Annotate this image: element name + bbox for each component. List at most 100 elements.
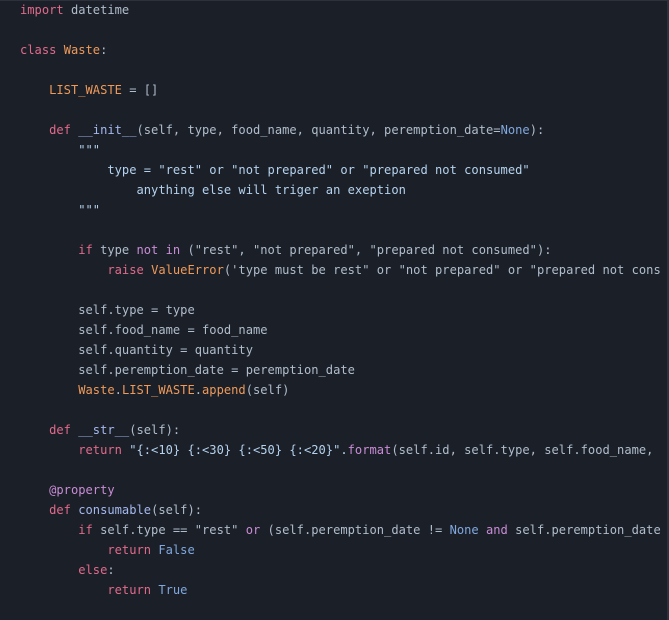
code-token: "{:<10} {:<30} {:<50} {:<20}". — [121, 443, 348, 457]
code-token: """ — [20, 143, 101, 157]
code-token: return — [78, 443, 122, 457]
code-line[interactable]: if self.type == "rest" or (self.perempti… — [20, 520, 661, 540]
code-token: ('type must be rest" or "not prepared" o… — [223, 263, 661, 277]
code-line[interactable]: if type not in ("rest", "not prepared", … — [20, 240, 661, 260]
code-token: : — [100, 43, 108, 57]
code-line[interactable]: LIST_WASTE = [] — [20, 80, 661, 100]
code-token: False — [158, 543, 195, 557]
code-line[interactable]: type = "rest" or "not prepared" or "prep… — [20, 160, 661, 180]
code-line[interactable] — [20, 220, 661, 240]
code-token: import — [20, 3, 64, 17]
code-token: (self): — [129, 423, 181, 437]
code-line[interactable]: def consumable(self): — [20, 500, 661, 520]
code-area[interactable]: import datetime class Waste: LIST_WASTE … — [20, 0, 661, 600]
code-token: (self.id, self.type, self.food_name, — [391, 443, 654, 457]
code-line[interactable] — [20, 100, 661, 120]
code-token: not in — [136, 243, 181, 257]
code-token: Waste — [78, 383, 115, 397]
code-line[interactable] — [20, 60, 661, 80]
code-token: (self.peremption_date != — [260, 523, 450, 537]
code-token: raise — [107, 263, 144, 277]
code-token: or — [245, 523, 261, 537]
code-token: __str__ — [78, 423, 130, 437]
code-token: self.food_name = food_name — [20, 323, 268, 337]
code-token: . — [114, 383, 122, 397]
code-line[interactable] — [20, 280, 661, 300]
code-line[interactable] — [20, 400, 661, 420]
code-token: (self, type, food_name, quantity, peremp… — [136, 123, 501, 137]
code-token: return — [107, 543, 152, 557]
code-line[interactable]: return True — [20, 580, 661, 600]
code-token: format — [347, 443, 392, 457]
code-token: type — [92, 243, 137, 257]
code-line[interactable]: """ — [20, 140, 661, 160]
code-token: if — [78, 523, 93, 537]
code-token: Waste — [63, 43, 101, 57]
code-token: None — [500, 123, 530, 137]
code-line[interactable]: return False — [20, 540, 661, 560]
code-token: def — [49, 423, 71, 437]
code-token: def — [49, 123, 71, 137]
code-token: = [] — [121, 83, 159, 97]
code-token: True — [158, 583, 188, 597]
code-line[interactable]: self.food_name = food_name — [20, 320, 661, 340]
code-token: self.type == "rest" — [92, 523, 246, 537]
code-line[interactable]: else: — [20, 560, 661, 580]
code-token: datetime — [63, 3, 130, 17]
code-token: self.type = type — [20, 303, 195, 317]
code-token: class — [20, 43, 57, 57]
code-editor[interactable]: import datetime class Waste: LIST_WASTE … — [0, 0, 669, 620]
code-line[interactable]: """ — [20, 200, 661, 220]
code-line[interactable]: Waste.LIST_WASTE.append(self) — [20, 380, 661, 400]
code-line[interactable]: self.peremption_date = peremption_date — [20, 360, 661, 380]
code-token: ("rest", "not prepared", "prepared not c… — [180, 243, 552, 257]
code-token: . — [194, 383, 203, 397]
code-token: ValueError — [151, 263, 224, 277]
code-token: else — [78, 563, 108, 577]
code-line[interactable]: def __str__(self): — [20, 420, 661, 440]
code-token: if — [78, 243, 93, 257]
code-token: None — [449, 523, 479, 537]
code-token: __init__ — [78, 123, 137, 137]
code-token: : — [107, 563, 115, 577]
code-line[interactable] — [20, 20, 661, 40]
code-token: consumable — [78, 503, 152, 517]
code-line[interactable]: class Waste: — [20, 40, 661, 60]
code-line[interactable] — [20, 460, 661, 480]
code-line[interactable]: self.quantity = quantity — [20, 340, 661, 360]
code-line[interactable]: import datetime — [20, 0, 661, 20]
code-token: type = "rest" or "not prepared" or "prep… — [20, 163, 530, 177]
code-token: LIST_WASTE — [49, 83, 122, 97]
code-token: def — [49, 503, 71, 517]
code-token: LIST_WASTE — [121, 383, 195, 397]
code-token: and — [486, 523, 508, 537]
code-line[interactable]: raise ValueError('type must be rest" or … — [20, 260, 661, 280]
code-line[interactable]: return "{:<10} {:<30} {:<50} {:<20}".for… — [20, 440, 661, 460]
code-line[interactable]: anything else will triger an exeption — [20, 180, 661, 200]
code-token: (self) — [245, 383, 290, 397]
code-token: append — [202, 383, 246, 397]
code-token: """ — [20, 203, 101, 217]
code-token: self.quantity = quantity — [20, 343, 253, 357]
code-line[interactable]: def __init__(self, type, food_name, quan… — [20, 120, 661, 140]
code-line[interactable]: @property — [20, 480, 661, 500]
code-token: self.peremption_date — [507, 523, 661, 537]
code-token: @property — [49, 483, 115, 497]
code-token: self.peremption_date = peremption_date — [20, 363, 355, 377]
code-line[interactable]: self.type = type — [20, 300, 661, 320]
code-token: return — [107, 583, 152, 597]
code-token: anything else will triger an exeption — [20, 183, 406, 197]
code-token: (self): — [151, 503, 203, 517]
